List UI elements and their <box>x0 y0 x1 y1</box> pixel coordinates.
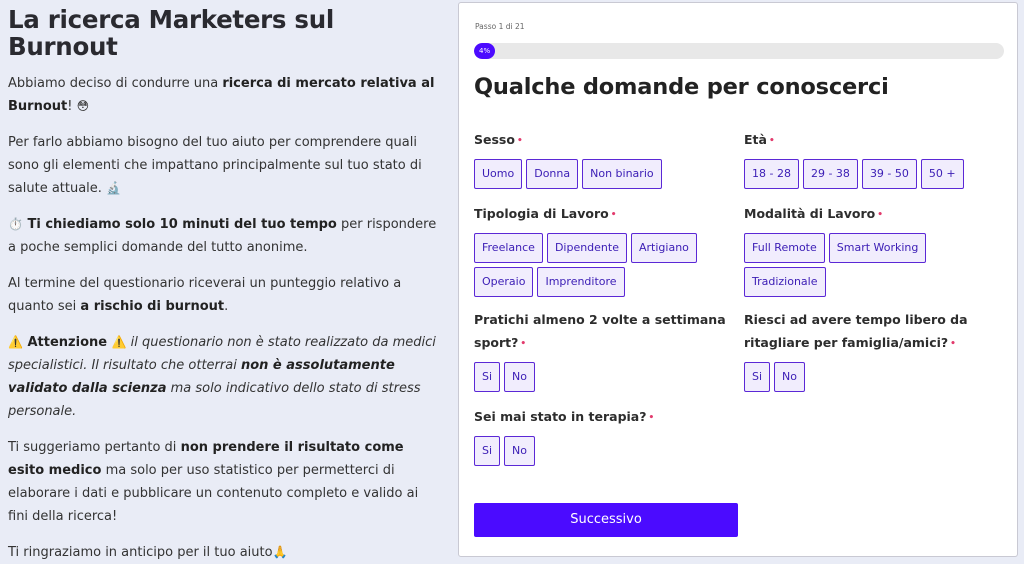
required-marker: • <box>610 210 617 220</box>
next-button[interactable]: Successivo <box>474 503 738 537</box>
option-29-38[interactable]: 29 - 38 <box>802 159 858 189</box>
option-imprenditore[interactable]: Imprenditore <box>537 267 625 297</box>
option-operaio[interactable]: Operaio <box>474 267 534 297</box>
warning-icon: ⚠️ <box>111 335 127 349</box>
option-artigiano[interactable]: Artigiano <box>631 233 697 263</box>
survey-form: Passo 1 di 21 4% Qualche domande per con… <box>458 2 1018 557</box>
intro-paragraph-2: Per farlo abbiamo bisogno del tuo aiuto … <box>8 135 422 196</box>
required-marker: • <box>950 339 956 349</box>
option-uomo[interactable]: Uomo <box>474 159 523 189</box>
option-no[interactable]: No <box>504 362 536 392</box>
intro-paragraph-3: ⏱️ Ti chiediamo solo 10 minuti del tuo t… <box>8 217 437 255</box>
step-indicator: Passo 1 di 21 <box>475 22 525 31</box>
option-full-remote[interactable]: Full Remote <box>744 233 825 263</box>
option-18-28[interactable]: 18 - 28 <box>744 159 799 189</box>
option-39-50[interactable]: 39 - 50 <box>861 159 917 189</box>
intro-paragraph-1: Abbiamo deciso di condurre una ricerca d… <box>8 76 435 114</box>
option-no[interactable]: No <box>504 436 536 466</box>
question-terapia: Sei mai stato in terapia? • Si No <box>474 405 734 466</box>
page-title: La ricerca Marketers sul Burnout <box>8 5 334 61</box>
intro-paragraph-6: Ti suggeriamo pertanto di non prendere i… <box>8 440 419 524</box>
form-title: Qualche domande per conoscerci <box>474 74 889 100</box>
warning-icon: ⚠️ <box>8 335 23 349</box>
question-eta: Età • 18 - 28 29 - 38 39 - 50 50 + <box>744 128 1004 189</box>
stopwatch-icon: ⏱️ <box>8 217 23 231</box>
question-sport: Pratichi almeno 2 volte a settimana spor… <box>474 308 736 392</box>
question-sesso: Sesso • Uomo Donna Non binario <box>474 128 734 189</box>
option-50-plus[interactable]: 50 + <box>920 159 964 189</box>
option-smart-working[interactable]: Smart Working <box>828 233 927 263</box>
progress-bar-fill: 4% <box>474 43 496 59</box>
intro-paragraph-4: Al termine del questionario riceverai un… <box>8 276 402 314</box>
intro-paragraph-7: Ti ringraziamo in anticipo per il tuo ai… <box>8 545 288 560</box>
required-marker: • <box>768 136 775 146</box>
option-tradizionale[interactable]: Tradizionale <box>744 267 826 297</box>
question-modalita-lavoro: Modalità di Lavoro • Full Remote Smart Wo… <box>744 202 1004 297</box>
microscope-icon: 🔬 <box>106 181 122 195</box>
option-si[interactable]: Si <box>744 362 771 392</box>
option-freelance[interactable]: Freelance <box>474 233 543 263</box>
option-no[interactable]: No <box>774 362 806 392</box>
option-si[interactable]: Si <box>474 362 501 392</box>
required-marker: • <box>648 413 655 423</box>
question-tempo-libero: Riesci ad avere tempo libero da ritaglia… <box>744 308 1006 392</box>
required-marker: • <box>520 339 527 349</box>
option-non-binario[interactable]: Non binario <box>582 159 662 189</box>
required-marker: • <box>877 210 883 220</box>
folded-hands-icon: 🙏 <box>272 545 288 559</box>
intro-paragraph-5: ⚠️ Attenzione ⚠️ il questionario non è s… <box>8 335 436 419</box>
intro-panel: La ricerca Marketers sul Burnout Abbiamo… <box>8 6 440 564</box>
option-si[interactable]: Si <box>474 436 501 466</box>
required-marker: • <box>516 136 523 146</box>
question-tipologia-lavoro: Tipologia di Lavoro • Freelance Dipendent… <box>474 202 734 297</box>
option-donna[interactable]: Donna <box>526 159 579 189</box>
flushed-face-icon: 😳 <box>76 99 90 113</box>
option-dipendente[interactable]: Dipendente <box>546 233 627 263</box>
progress-bar: 4% <box>474 43 1004 59</box>
